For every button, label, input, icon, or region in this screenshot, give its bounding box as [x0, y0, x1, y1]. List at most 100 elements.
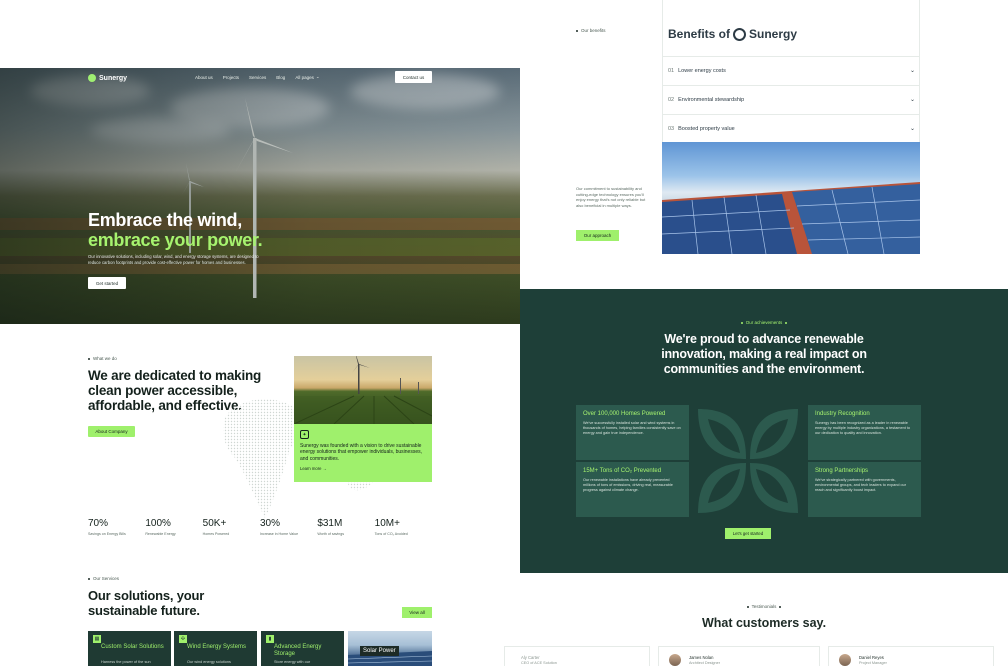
hero-description: Our innovative solutions, including sola…	[88, 254, 259, 265]
learn-more-link[interactable]: Learn more →	[300, 466, 426, 471]
testimonial-role: Architect Designer	[689, 661, 721, 665]
achievement-card: 15M+ Tons of CO₂ Prevented Our renewable…	[576, 462, 689, 517]
testimonial-role: CEO of ACE Solution	[521, 661, 557, 665]
nav-link-services[interactable]: Services	[249, 74, 266, 80]
top-navigation: Sunergy About us Projects Services Blog …	[88, 71, 432, 85]
services-title-line2: sustainable future.	[88, 602, 200, 618]
achievement-card-title: Industry Recognition	[815, 411, 870, 417]
stat-item: $31M Worth of savings	[317, 518, 374, 536]
chevron-down-icon: ⌄	[909, 68, 915, 74]
testimonial-name: Daniel Reyes	[859, 655, 884, 660]
stat-item: 30% Increase in Home Value	[260, 518, 317, 536]
nav-link-blog[interactable]: Blog	[276, 74, 285, 80]
avatar	[839, 654, 851, 666]
stat-value: 70%	[88, 518, 109, 529]
nav-links: About us Projects Services Blog All page…	[195, 74, 320, 80]
accordion-item-property-value[interactable]: 03 Boosted property value ⌄	[662, 114, 920, 142]
hero-title: Embrace the wind, embrace your power.	[88, 210, 263, 250]
achievement-card-title: Over 100,000 Homes Powered	[583, 411, 666, 417]
solar-power-label: Solar Power	[360, 646, 399, 656]
service-card-desc: Our wind energy solutions	[187, 660, 231, 664]
nav-link-all-pages[interactable]: All pages ⌄	[295, 74, 319, 80]
tag-dot-icon	[88, 577, 90, 580]
achievement-card-desc: We've successfully installed solar and w…	[583, 421, 681, 436]
achievement-card: Over 100,000 Homes Powered We've success…	[576, 405, 689, 460]
stat-item: 50K+ Homes Powered	[203, 518, 260, 536]
nav-link-all-pages-label: All pages	[295, 74, 314, 80]
accordion-number: 01	[668, 67, 675, 74]
solar-roof-photo	[662, 142, 920, 254]
chevron-down-icon: ⌄	[909, 97, 915, 103]
battery-icon: ▮	[266, 635, 274, 643]
view-all-button[interactable]: View all	[402, 607, 432, 618]
stat-value: $31M	[317, 518, 343, 529]
nav-link-about[interactable]: About us	[195, 74, 213, 80]
tag-dot-icon	[785, 321, 788, 324]
turbine-field-icon	[294, 356, 432, 424]
services-title-line1: Our solutions, your	[88, 588, 205, 603]
service-card-wind[interactable]: ✣ Wind Energy Systems Our wind energy so…	[174, 631, 257, 666]
services-tag: Our Services	[88, 576, 119, 581]
sunergy-logo-icon	[88, 74, 96, 82]
solar-roof-icon	[662, 182, 920, 254]
achievement-card: Strong Partnerships We've strategically …	[808, 462, 921, 517]
benefits-title-text: Benefits of	[668, 27, 731, 41]
accordion-item-stewardship[interactable]: 02 Environmental stewardship ⌄	[662, 85, 920, 113]
wind-icon: ✣	[179, 635, 187, 643]
stat-label: Increase in Home Value	[259, 532, 299, 536]
get-started-button[interactable]: Get started	[88, 277, 126, 289]
stat-label: Homes Powered	[202, 532, 230, 536]
stat-value: 100%	[145, 518, 171, 529]
wind-farm-photo	[294, 356, 432, 424]
accordion-label: Environmental stewardship	[678, 96, 745, 103]
testimonial-card: Daniel Reyes Project Manager	[828, 646, 994, 666]
nav-link-projects[interactable]: Projects	[223, 74, 239, 80]
benefits-description: Our commitment to sustainability and cut…	[576, 186, 646, 208]
achievements-tag-label: Our achievements	[745, 320, 783, 325]
testimonial-card: James Nolan Architect Designer	[658, 646, 820, 666]
about-company-button[interactable]: About Company	[88, 426, 135, 437]
service-card-title: Wind Energy Systems	[187, 644, 247, 650]
stat-item: 70% Savings on Energy Bills	[88, 518, 145, 536]
testimonial-name: Aly Carter	[521, 655, 540, 660]
stat-label: Savings on Energy Bills	[88, 532, 126, 536]
achievement-card: Industry Recognition Sunergy has been re…	[808, 405, 921, 460]
avatar	[669, 654, 681, 666]
hero-title-line1: Embrace the wind,	[88, 210, 242, 230]
service-card-desc: Store energy with our	[274, 660, 311, 664]
service-card-title: Advanced Energy Storage	[274, 644, 322, 657]
testimonials-tag: Testimonials	[520, 604, 1008, 609]
contact-button[interactable]: Contact us	[395, 71, 432, 83]
achievement-card-desc: We've strategically partnered with gover…	[815, 478, 906, 493]
benefits-tag: Our benefits	[576, 28, 606, 33]
testimonials-title: What customers say.	[701, 616, 827, 630]
chevron-down-icon: ⌄	[315, 74, 320, 79]
services-tag-label: Our Services	[93, 576, 120, 581]
mission-text: Sunergy was founded with a vision to dri…	[300, 443, 423, 462]
leaf-icon: ✦	[300, 430, 309, 439]
mission-card: ✦ Sunergy was founded with a vision to d…	[294, 424, 432, 482]
accordion-label: Lower energy costs	[678, 67, 726, 74]
tag-dot-icon	[779, 605, 782, 608]
solar-power-photo[interactable]: Solar Power	[348, 631, 432, 666]
service-card-storage[interactable]: ▮ Advanced Energy Storage Store energy w…	[261, 631, 344, 666]
service-card-solar[interactable]: ▦ Custom Solar Solutions Harness the pow…	[88, 631, 171, 666]
brand-logo[interactable]: Sunergy	[88, 74, 127, 82]
stat-value: 50K+	[202, 518, 227, 529]
solar-panel-icon: ▦	[93, 635, 101, 643]
our-approach-button[interactable]: Our approach	[576, 230, 619, 241]
brand-name: Sunergy	[99, 74, 128, 82]
tag-dot-icon	[88, 357, 90, 360]
testimonial-name: James Nolan	[689, 655, 714, 660]
accordion-number: 03	[668, 125, 675, 132]
testimonial-card: Aly Carter CEO of ACE Solution	[504, 646, 650, 666]
chevron-up-icon: ⌄	[909, 126, 915, 132]
achievements-tag: Our achievements	[520, 320, 1008, 325]
benefits-title: Benefits of Sunergy	[668, 27, 797, 41]
accordion-item-lower-costs[interactable]: 01 Lower energy costs ⌄	[662, 56, 920, 84]
stat-label: Renewable Energy	[145, 532, 176, 536]
achievements-section: Our achievements We're proud to advance …	[520, 289, 1008, 573]
achievement-card-desc: Our renewable installations have already…	[583, 478, 673, 493]
tag-dot-icon	[576, 29, 578, 32]
lets-get-started-button[interactable]: Let's get started	[725, 528, 771, 539]
